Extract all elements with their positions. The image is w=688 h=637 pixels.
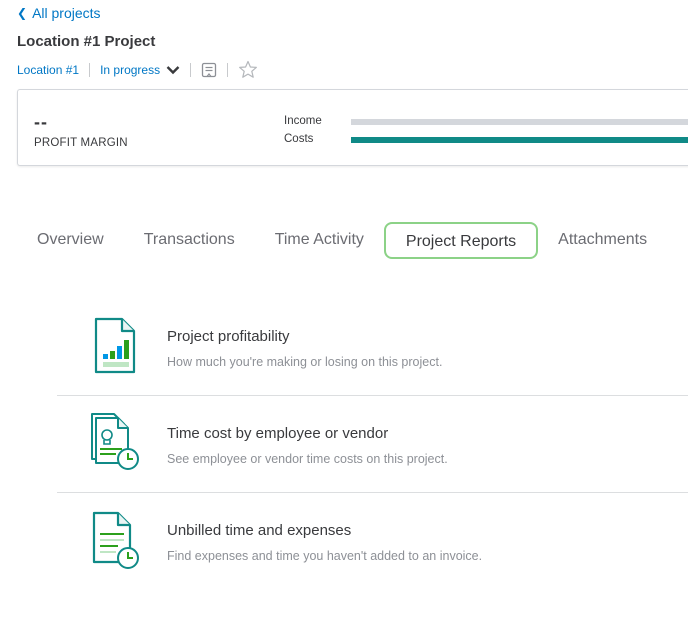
report-item-project-profitability[interactable]: Project profitability How much you're ma… <box>57 299 688 396</box>
star-icon[interactable] <box>238 60 258 79</box>
project-meta-row: Location #1 In progress <box>17 60 258 79</box>
profit-summary-card: -- PROFIT MARGIN Income Costs <box>17 89 688 166</box>
divider <box>190 62 192 77</box>
project-tabs: Overview Transactions Time Activity Proj… <box>17 222 667 259</box>
all-projects-link[interactable]: ❮ All projects <box>17 5 101 21</box>
report-list: Project profitability How much you're ma… <box>57 299 688 589</box>
divider <box>227 62 229 77</box>
tab-project-reports[interactable]: Project Reports <box>383 222 539 259</box>
profitability-report-icon <box>90 316 144 378</box>
income-label: Income <box>284 115 322 127</box>
report-title: Time cost by employee or vendor <box>167 425 389 442</box>
note-icon[interactable] <box>201 62 217 78</box>
unbilled-report-icon <box>90 510 144 572</box>
all-projects-label: All projects <box>32 5 101 21</box>
status-dropdown[interactable]: In progress <box>100 63 180 77</box>
tab-attachments[interactable]: Attachments <box>538 222 667 259</box>
customer-link[interactable]: Location #1 <box>17 63 79 77</box>
report-item-unbilled[interactable]: Unbilled time and expenses Find expenses… <box>57 493 688 589</box>
tab-overview[interactable]: Overview <box>17 222 124 259</box>
profit-margin-label: PROFIT MARGIN <box>34 137 128 149</box>
report-title: Unbilled time and expenses <box>167 522 352 539</box>
costs-bar <box>351 137 688 143</box>
report-item-time-cost[interactable]: Time cost by employee or vendor See empl… <box>57 396 688 493</box>
chevron-left-icon: ❮ <box>17 6 28 20</box>
report-title: Project profitability <box>167 328 290 345</box>
costs-label: Costs <box>284 133 314 145</box>
report-description: How much you're making or losing on this… <box>167 355 443 369</box>
tab-transactions[interactable]: Transactions <box>124 222 255 259</box>
tab-time-activity[interactable]: Time Activity <box>255 222 384 259</box>
project-page: ❮ All projects Location #1 Project Locat… <box>0 0 688 637</box>
status-label: In progress <box>100 62 161 77</box>
time-cost-report-icon <box>90 413 144 475</box>
chevron-down-icon <box>166 65 180 75</box>
profit-margin-value: -- <box>34 112 48 132</box>
report-description: See employee or vendor time costs on thi… <box>167 452 448 466</box>
divider <box>89 62 91 77</box>
project-title: Location #1 Project <box>17 33 156 50</box>
income-bar <box>351 119 688 125</box>
report-description: Find expenses and time you haven't added… <box>167 549 483 563</box>
